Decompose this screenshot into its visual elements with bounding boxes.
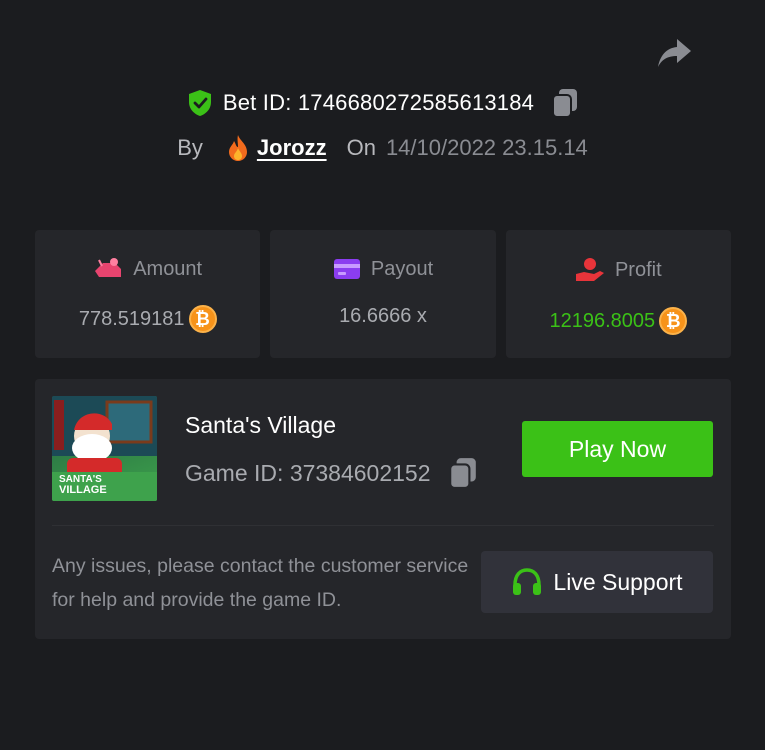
- santa-illustration: SANTA'S VILLAGE: [52, 396, 157, 501]
- shield-check-icon: [188, 90, 211, 116]
- copy-bet-id-button[interactable]: [552, 88, 578, 118]
- live-support-label: Live Support: [553, 568, 683, 595]
- live-support-button[interactable]: Live Support: [481, 551, 713, 613]
- bet-id-label: Bet ID:: [222, 90, 292, 115]
- bitcoin-icon: ₿: [188, 305, 217, 333]
- bet-amount-icon: [95, 258, 122, 277]
- profit-label: Profit: [614, 258, 662, 281]
- share-icon: [658, 39, 691, 67]
- game-card: SANTA'S VILLAGE Santa's Village Game ID:…: [35, 379, 731, 639]
- support-message: Any issues, please contact the customer …: [52, 555, 469, 611]
- copy-icon: [448, 458, 476, 489]
- payout-card: Payout 16.6666 x: [270, 230, 496, 358]
- copy-game-id-button[interactable]: [448, 457, 477, 489]
- bet-id-value: 1746680272585613184: [297, 90, 535, 115]
- copy-icon: [552, 89, 578, 118]
- author-row: By Jorozz On 14/10/2022 23.15.14: [0, 134, 765, 162]
- amount-value: 778.519181: [78, 307, 185, 330]
- card-icon: [333, 259, 360, 279]
- bitcoin-icon: ₿: [659, 307, 688, 335]
- amount-card: Amount 778.519181 ₿: [35, 230, 261, 358]
- game-id-value: 37384602152: [289, 459, 431, 486]
- user-name: Jorozz: [256, 135, 327, 160]
- thumb-title-line-2: VILLAGE: [59, 484, 107, 496]
- bet-date: 14/10/2022 23.15.14: [385, 135, 588, 160]
- divider: [52, 525, 714, 526]
- payout-value: 16.6666 x: [339, 305, 427, 327]
- game-title: Santa's Village: [185, 412, 337, 438]
- headset-icon: [513, 568, 542, 595]
- by-label: By: [177, 135, 203, 160]
- share-button[interactable]: [656, 36, 694, 70]
- user-link[interactable]: Jorozz: [225, 134, 327, 162]
- profit-value: 12196.8005: [549, 309, 656, 332]
- amount-label: Amount: [133, 257, 203, 280]
- game-id-label: Game ID:: [185, 459, 284, 486]
- payout-label: Payout: [370, 257, 434, 280]
- profit-card: Profit 12196.8005 ₿: [505, 230, 731, 358]
- bet-id-row: Bet ID: 1746680272585613184: [0, 88, 765, 118]
- on-label: On: [346, 135, 376, 160]
- stats-row: Amount 778.519181 ₿ Payout 16.6666 x Pro…: [35, 230, 731, 358]
- game-thumbnail[interactable]: SANTA'S VILLAGE: [52, 396, 157, 501]
- game-id-row: Game ID: 37384602152: [185, 457, 477, 489]
- profit-hand-icon: [575, 258, 604, 281]
- fire-icon: [228, 135, 247, 161]
- play-now-button[interactable]: Play Now: [522, 421, 713, 477]
